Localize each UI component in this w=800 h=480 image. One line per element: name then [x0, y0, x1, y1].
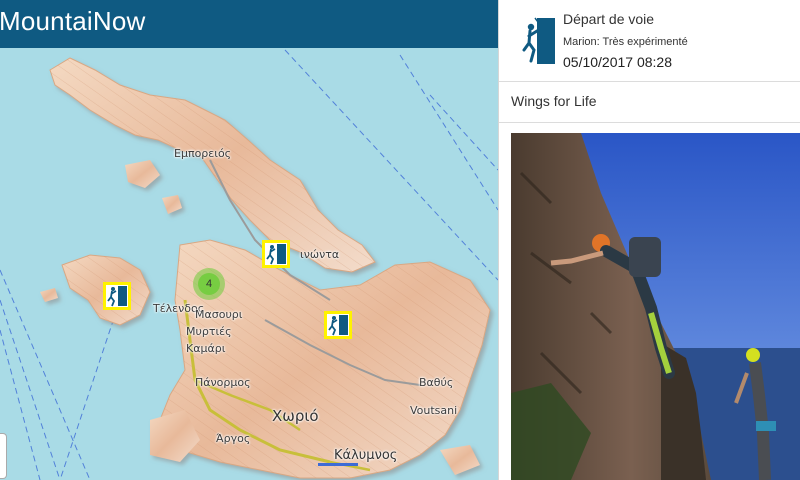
marker-cluster[interactable]: 4 [193, 268, 225, 300]
place-label-kalymnos: Κάλυμνος [334, 448, 398, 463]
place-label-kamari: Καμάρι [186, 342, 226, 355]
detail-panel: Départ de voie Marion: Très expérimenté … [498, 0, 800, 480]
route-photo[interactable] [511, 133, 800, 480]
place-label-panormos: Πάνορμος [195, 376, 251, 389]
climbing-photo-illustration [511, 133, 800, 480]
divider [499, 122, 800, 123]
app-bar: MountaiNow [0, 0, 498, 48]
route-name: Wings for Life [511, 93, 597, 109]
place-label-masouri: Μασουρι [195, 308, 243, 321]
place-label-myrties: Μυρτιές [186, 325, 232, 338]
climbing-icon [266, 244, 286, 265]
app-title: MountaiNow [0, 6, 146, 36]
user-experience: Marion: Très expérimenté [563, 36, 688, 48]
ferry-route [318, 463, 358, 466]
place-label-argos: Άργος [216, 432, 251, 445]
place-label-voutsani: Voutsani [410, 404, 458, 417]
climbing-marker[interactable] [103, 282, 131, 310]
place-label-emporeios: Εμπορειός [174, 147, 232, 160]
event-header: Départ de voie Marion: Très expérimenté … [499, 0, 800, 82]
event-type: Départ de voie [563, 11, 655, 27]
place-label-arginonta: ινώντα [300, 248, 340, 261]
place-label-vathys: Βαθύς [419, 376, 454, 389]
climbing-marker[interactable] [262, 240, 290, 268]
place-label-chorio: Χωριό [272, 407, 319, 425]
climbing-icon [522, 17, 555, 64]
climbing-marker[interactable] [324, 311, 352, 339]
event-datetime: 05/10/2017 08:28 [563, 54, 672, 70]
map-view[interactable]: Εμπορειός ινώντα Τέλενδος Μασουρι Μυρτιέ… [0, 0, 498, 480]
cluster-count: 4 [198, 273, 220, 295]
climbing-icon [107, 286, 127, 307]
climbing-icon [328, 315, 348, 336]
map-control-tab[interactable] [0, 433, 7, 479]
